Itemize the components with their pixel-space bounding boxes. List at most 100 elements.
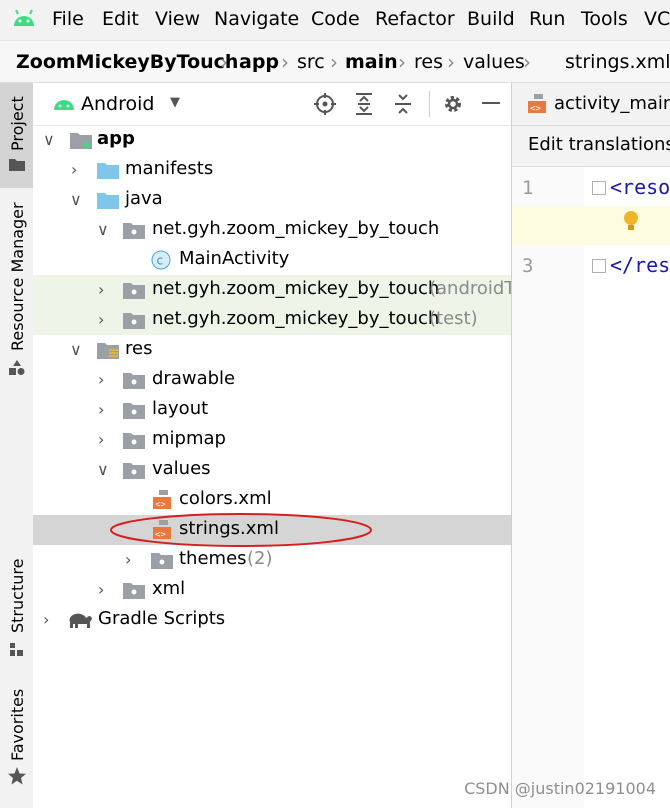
tree-item-package-test[interactable]: › net.gyh.zoom_mickey_by_touch (test) <box>33 305 511 335</box>
code-area: <reso </res <box>584 167 670 808</box>
tree-label: net.gyh.zoom_mickey_by_touch <box>152 278 440 299</box>
breadcrumb-separator: › <box>281 50 289 74</box>
chevron-right-icon[interactable]: › <box>98 280 104 299</box>
edit-translations-banner: Edit translations <box>512 126 670 167</box>
code-text: </res <box>610 253 670 277</box>
resource-manager-tool-tab[interactable]: Resource Manager <box>0 202 33 383</box>
tree-item-mainactivity[interactable]: c MainActivity <box>33 245 511 275</box>
editor-tab[interactable]: <> activity_main. <box>512 83 670 125</box>
svg-text:<>: <> <box>530 104 541 114</box>
breadcrumb-res[interactable]: res <box>414 51 443 73</box>
project-tool-tab[interactable]: Project <box>0 83 33 188</box>
editor-tab-label: activity_main. <box>554 93 670 114</box>
favorites-tool-tab[interactable]: Favorites <box>0 683 33 793</box>
code-line: <reso <box>610 175 670 199</box>
menu-code[interactable]: Code <box>311 8 360 30</box>
package-icon <box>123 221 145 239</box>
tree-label: manifests <box>125 158 214 179</box>
chevron-right-icon[interactable]: › <box>125 550 131 569</box>
chevron-right-icon[interactable]: › <box>98 430 104 449</box>
tree-item-themes[interactable]: › themes (2) <box>33 545 511 575</box>
xml-file-icon: <> <box>151 489 173 511</box>
menu-file[interactable]: File <box>52 8 84 30</box>
tree-item-manifests[interactable]: › manifests <box>33 155 511 185</box>
breadcrumb-separator: › <box>447 50 455 74</box>
chevron-down-icon[interactable]: ∨ <box>70 340 82 359</box>
expand-all-icon[interactable] <box>354 93 374 115</box>
breadcrumb-project[interactable]: ZoomMickeyByTouch <box>16 51 238 73</box>
structure-tab-label: Structure <box>8 558 27 633</box>
folder-icon <box>123 401 145 419</box>
line-number: 3 <box>522 255 534 277</box>
menu-bar: File Edit View Navigate Code Refactor Bu… <box>0 0 670 41</box>
gear-icon[interactable] <box>442 93 464 115</box>
chevron-right-icon[interactable]: › <box>43 610 49 629</box>
menu-refactor[interactable]: Refactor <box>375 8 455 30</box>
tree-item-drawable[interactable]: › drawable <box>33 365 511 395</box>
menu-navigate[interactable]: Navigate <box>214 8 299 30</box>
tree-label: mipmap <box>152 428 226 449</box>
collapse-all-icon[interactable] <box>393 93 413 115</box>
menu-run[interactable]: Run <box>529 8 565 30</box>
folder-icon <box>123 581 145 599</box>
menu-edit[interactable]: Edit <box>102 8 139 30</box>
crosshair-icon[interactable] <box>314 93 336 115</box>
edit-translations-link[interactable]: Edit translations <box>528 134 670 155</box>
package-icon <box>123 311 145 329</box>
tree-item-package-main[interactable]: ∨ net.gyh.zoom_mickey_by_touch <box>33 215 511 245</box>
tree-label: res <box>125 338 153 359</box>
chevron-right-icon[interactable]: › <box>71 160 77 179</box>
android-icon <box>53 94 75 112</box>
tree-item-res[interactable]: ∨ res <box>33 335 511 365</box>
tree-item-values[interactable]: ∨ values <box>33 455 511 485</box>
chevron-right-icon[interactable]: › <box>98 580 104 599</box>
tree-item-app[interactable]: ∨ app <box>33 125 511 155</box>
chevron-right-icon[interactable]: › <box>98 370 104 389</box>
folder-icon <box>123 431 145 449</box>
folder-icon <box>123 461 145 479</box>
tree-label: xml <box>152 578 186 599</box>
menu-vcs[interactable]: VC <box>644 8 670 30</box>
breadcrumb-src[interactable]: src <box>297 51 325 73</box>
tree-item-xml[interactable]: › xml <box>33 575 511 605</box>
tree-item-mipmap[interactable]: › mipmap <box>33 425 511 455</box>
tree-label: colors.xml <box>179 488 272 509</box>
android-icon <box>12 8 36 30</box>
tree-label-qualifier: (test) <box>429 308 478 329</box>
tree-label: values <box>152 458 211 479</box>
tree-item-java[interactable]: ∨ java <box>33 185 511 215</box>
resource-manager-icon <box>9 360 25 376</box>
breadcrumb-file[interactable]: strings.xml <box>565 51 670 73</box>
chevron-down-icon[interactable]: ▼ <box>170 95 180 110</box>
chevron-down-icon[interactable]: ∨ <box>43 130 55 149</box>
toolbar-divider <box>429 91 430 117</box>
menu-view[interactable]: View <box>155 8 200 30</box>
line-number: 1 <box>522 177 534 199</box>
package-icon <box>123 281 145 299</box>
menu-build[interactable]: Build <box>467 8 515 30</box>
view-mode-selector[interactable]: Android <box>81 93 154 115</box>
tree-label: MainActivity <box>179 248 290 269</box>
chevron-down-icon[interactable]: ∨ <box>97 460 109 479</box>
structure-icon <box>10 643 24 657</box>
tree-label: app <box>97 128 135 149</box>
tree-label: themes <box>179 548 247 569</box>
breadcrumb-values[interactable]: values <box>463 51 525 73</box>
chevron-down-icon[interactable]: ∨ <box>97 220 109 239</box>
class-icon: c <box>151 250 171 270</box>
minimize-icon[interactable] <box>482 102 500 104</box>
project-panel-header: Android ▼ <box>33 83 511 126</box>
chevron-right-icon[interactable]: › <box>98 400 104 419</box>
chevron-down-icon[interactable]: ∨ <box>70 190 82 209</box>
menu-tools[interactable]: Tools <box>581 8 628 30</box>
tree-item-package-androidtest[interactable]: › net.gyh.zoom_mickey_by_touch (androidT <box>33 275 515 305</box>
chevron-right-icon[interactable]: › <box>98 310 104 329</box>
bulb-icon[interactable] <box>622 210 640 234</box>
tree-item-gradle-scripts[interactable]: › Gradle Scripts <box>33 605 511 635</box>
breadcrumb-app[interactable]: app <box>239 51 279 73</box>
breadcrumb-main[interactable]: main <box>345 51 398 73</box>
tree-item-layout[interactable]: › layout <box>33 395 511 425</box>
structure-tool-tab[interactable]: Structure <box>0 559 33 663</box>
xml-file-icon: <> <box>526 93 548 115</box>
code-text: <reso <box>610 175 670 199</box>
